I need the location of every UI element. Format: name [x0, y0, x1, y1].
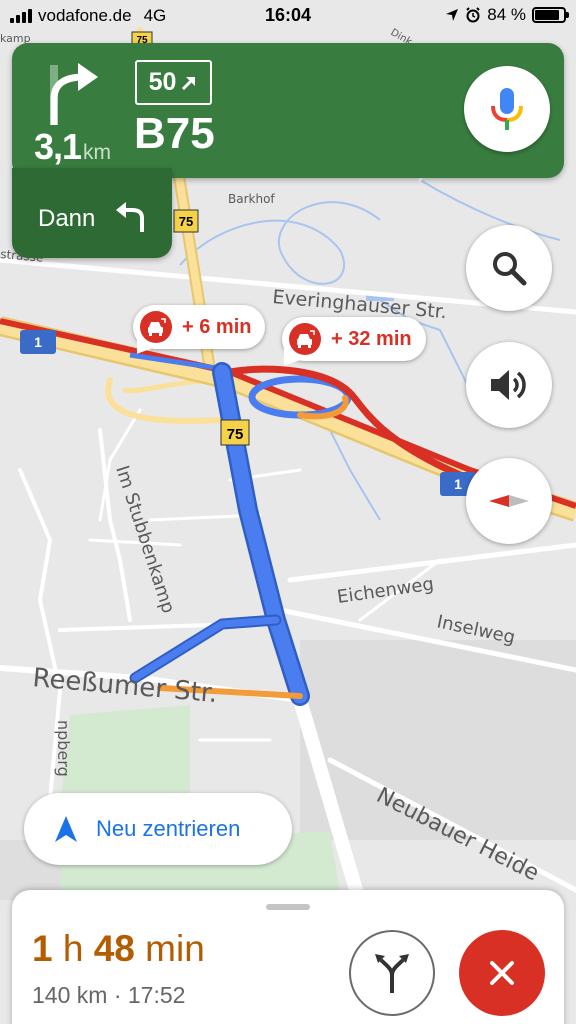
shield-label: 75 — [179, 214, 193, 229]
battery-icon — [532, 7, 569, 23]
shield-label: 1 — [34, 334, 42, 350]
sheet-drag-handle[interactable] — [266, 904, 310, 910]
volume-icon — [491, 370, 526, 400]
traffic-car-icon — [289, 323, 321, 355]
voice-search-button[interactable] — [464, 66, 550, 152]
search-icon — [493, 252, 527, 286]
search-button[interactable] — [466, 225, 552, 311]
route-fork-icon — [375, 954, 409, 993]
navigation-instruction-card[interactable]: 3,1km 50 B75 — [12, 43, 564, 178]
exit-navigation-button[interactable] — [459, 930, 545, 1016]
traffic-car-icon — [140, 311, 172, 343]
clock: 16:04 — [264, 5, 312, 25]
shield-label: 1 — [454, 476, 462, 492]
duration-hours: 1 — [32, 928, 53, 969]
location-arrow-icon — [446, 9, 459, 21]
trip-summary-sheet[interactable]: 1 h 48 min 140 km · 17:52 — [12, 890, 564, 1024]
delay-text: + 6 min — [182, 315, 252, 338]
separator-dot: · — [113, 982, 122, 1008]
signal-bars-icon — [10, 9, 32, 23]
delay-text: + 32 min — [331, 327, 412, 350]
battery-percent: 84 % — [487, 5, 526, 24]
shield-a1-left: 1 — [20, 330, 56, 354]
turn-right-icon — [50, 63, 98, 125]
road-name: B75 — [134, 109, 215, 158]
traffic-delay-bubble[interactable]: + 6 min — [128, 305, 266, 360]
speed-limit-value: 50 — [148, 68, 177, 96]
navigation-screen: 75 75 75 1 1 Everinghauser Str. Im Stubb… — [0, 0, 576, 1024]
arrival-time: 17:52 — [127, 982, 186, 1008]
shield-b75-main: 75 — [220, 419, 250, 446]
duration-minutes-unit: min — [145, 928, 205, 969]
carrier-name: vodafone.de — [38, 6, 132, 25]
total-distance: 140 km — [32, 982, 108, 1008]
duration-hours-unit: h — [62, 928, 84, 969]
arrow-up-right-icon — [182, 76, 196, 90]
shield-b75-upper: 75 — [173, 209, 199, 233]
distance-unit: km — [83, 141, 112, 164]
alarm-icon — [466, 7, 480, 23]
network-type: 4G — [143, 6, 167, 25]
navigation-arrow-icon — [55, 816, 77, 842]
recenter-button[interactable]: Neu zentrieren — [24, 793, 292, 865]
shield-label: 75 — [227, 426, 244, 443]
maneuver-distance: 3,1km — [34, 126, 111, 168]
sound-button[interactable] — [466, 342, 552, 428]
status-bar: vodafone.de 4G 16:04 84 % — [0, 0, 576, 32]
trip-details: 140 km · 17:52 — [32, 982, 185, 1009]
close-icon — [490, 961, 514, 985]
place-label-barkhof: Barkhof — [228, 192, 275, 206]
speed-limit-sign: 50 — [135, 60, 212, 105]
distance-value: 3,1 — [34, 126, 82, 167]
recenter-label: Neu zentrieren — [96, 816, 241, 841]
then-label: Dann — [38, 205, 96, 232]
trip-duration: 1 h 48 min — [32, 928, 205, 970]
traffic-delay-bubble[interactable]: + 32 min — [275, 317, 426, 372]
microphone-icon — [491, 88, 523, 130]
compass-button[interactable] — [466, 458, 552, 544]
next-maneuver-card[interactable]: Dann — [12, 168, 172, 258]
duration-minutes: 48 — [93, 928, 135, 969]
alternative-routes-button[interactable] — [349, 930, 435, 1016]
compass-icon — [489, 495, 529, 507]
street-label-pberg: npberg — [54, 720, 73, 777]
turn-left-icon — [116, 202, 144, 232]
